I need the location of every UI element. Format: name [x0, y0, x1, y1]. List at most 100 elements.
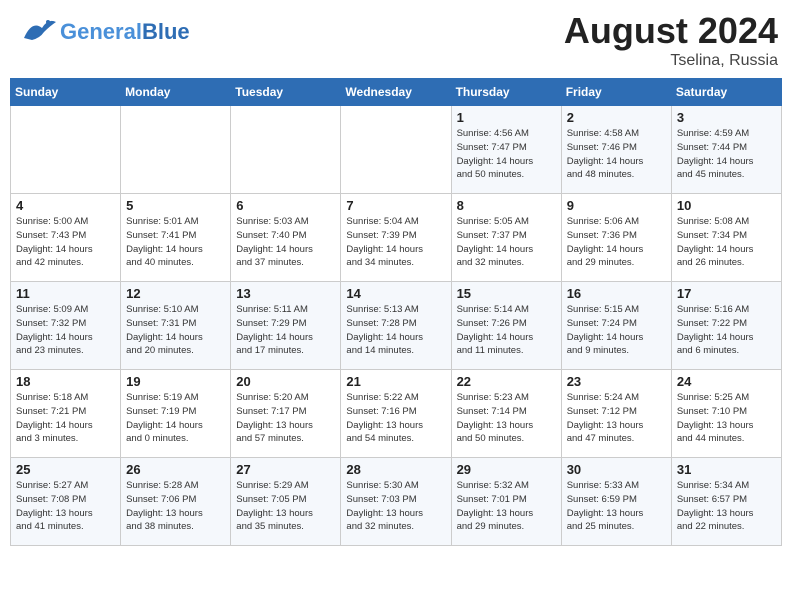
calendar-cell: 18Sunrise: 5:18 AM Sunset: 7:21 PM Dayli…: [11, 370, 121, 458]
calendar-cell: 30 Sunrise: 5:33 AM Sunset: 6:59 PM Dayli…: [561, 458, 671, 546]
day-info: Sunrise: 5:28 AM Sunset: 7:06 PM Dayligh…: [126, 479, 225, 534]
day-info: Sunrise: 5:13 AM Sunset: 7:28 PM Dayligh…: [346, 303, 445, 358]
day-number: 31: [677, 462, 776, 477]
weekday-header-row: SundayMondayTuesdayWednesdayThursdayFrid…: [11, 79, 782, 106]
day-number: 8: [457, 198, 556, 213]
day-info: Sunrise: 5:27 AM Sunset: 7:08 PM Dayligh…: [16, 479, 115, 534]
day-number: 20: [236, 374, 335, 389]
calendar-cell: 13 Sunrise: 5:11 AM Sunset: 7:29 PM Dayli…: [231, 282, 341, 370]
day-info: Sunrise: 5:10 AM Sunset: 7:31 PM Dayligh…: [126, 303, 225, 358]
calendar-cell: 3 Sunrise: 4:59 AM Sunset: 7:44 PM Daylig…: [671, 106, 781, 194]
calendar-cell: 1Sunrise: 4:56 AM Sunset: 7:47 PM Daylig…: [451, 106, 561, 194]
header-monday: Monday: [121, 79, 231, 106]
header-wednesday: Wednesday: [341, 79, 451, 106]
calendar-cell: 8Sunrise: 5:05 AM Sunset: 7:37 PM Daylig…: [451, 194, 561, 282]
day-number: 9: [567, 198, 666, 213]
day-info: Sunrise: 5:08 AM Sunset: 7:34 PM Dayligh…: [677, 215, 776, 270]
day-info: Sunrise: 5:14 AM Sunset: 7:26 PM Dayligh…: [457, 303, 556, 358]
week-row-1: 1Sunrise: 4:56 AM Sunset: 7:47 PM Daylig…: [11, 106, 782, 194]
day-info: Sunrise: 5:01 AM Sunset: 7:41 PM Dayligh…: [126, 215, 225, 270]
calendar-cell: 26Sunrise: 5:28 AM Sunset: 7:06 PM Dayli…: [121, 458, 231, 546]
day-number: 10: [677, 198, 776, 213]
day-number: 12: [126, 286, 225, 301]
day-number: 13: [236, 286, 335, 301]
day-number: 27: [236, 462, 335, 477]
calendar-cell: 16Sunrise: 5:15 AM Sunset: 7:24 PM Dayli…: [561, 282, 671, 370]
day-number: 4: [16, 198, 115, 213]
day-info: Sunrise: 5:24 AM Sunset: 7:12 PM Dayligh…: [567, 391, 666, 446]
day-info: Sunrise: 5:25 AM Sunset: 7:10 PM Dayligh…: [677, 391, 776, 446]
day-number: 11: [16, 286, 115, 301]
logo: GeneralBlue: [14, 10, 190, 54]
calendar-cell: 27 Sunrise: 5:29 AM Sunset: 7:05 PM Dayli…: [231, 458, 341, 546]
day-info: Sunrise: 5:29 AM Sunset: 7:05 PM Dayligh…: [236, 479, 335, 534]
day-number: 2: [567, 110, 666, 125]
day-number: 16: [567, 286, 666, 301]
day-info: Sunrise: 5:03 AM Sunset: 7:40 PM Dayligh…: [236, 215, 335, 270]
calendar-cell: 19 Sunrise: 5:19 AM Sunset: 7:19 PM Dayli…: [121, 370, 231, 458]
calendar-cell: 31Sunrise: 5:34 AM Sunset: 6:57 PM Dayli…: [671, 458, 781, 546]
header-tuesday: Tuesday: [231, 79, 341, 106]
calendar-cell: 4Sunrise: 5:00 AM Sunset: 7:43 PM Daylig…: [11, 194, 121, 282]
day-number: 22: [457, 374, 556, 389]
calendar-cell: 28 Sunrise: 5:30 AM Sunset: 7:03 PM Dayli…: [341, 458, 451, 546]
day-info: Sunrise: 5:19 AM Sunset: 7:19 PM Dayligh…: [126, 391, 225, 446]
location-subtitle: Tselina, Russia: [564, 52, 778, 70]
day-info: Sunrise: 5:23 AM Sunset: 7:14 PM Dayligh…: [457, 391, 556, 446]
day-info: Sunrise: 5:04 AM Sunset: 7:39 PM Dayligh…: [346, 215, 445, 270]
day-info: Sunrise: 5:11 AM Sunset: 7:29 PM Dayligh…: [236, 303, 335, 358]
calendar-cell: 10 Sunrise: 5:08 AM Sunset: 7:34 PM Dayli…: [671, 194, 781, 282]
day-info: Sunrise: 5:20 AM Sunset: 7:17 PM Dayligh…: [236, 391, 335, 446]
title-block: August 2024 Tselina, Russia: [564, 10, 778, 70]
month-year-title: August 2024: [564, 10, 778, 52]
day-info: Sunrise: 5:22 AM Sunset: 7:16 PM Dayligh…: [346, 391, 445, 446]
calendar-cell: [11, 106, 121, 194]
week-row-5: 25 Sunrise: 5:27 AM Sunset: 7:08 PM Dayli…: [11, 458, 782, 546]
day-info: Sunrise: 5:32 AM Sunset: 7:01 PM Dayligh…: [457, 479, 556, 534]
day-number: 28: [346, 462, 445, 477]
week-row-3: 11 Sunrise: 5:09 AM Sunset: 7:32 PM Dayli…: [11, 282, 782, 370]
day-info: Sunrise: 5:06 AM Sunset: 7:36 PM Dayligh…: [567, 215, 666, 270]
day-info: Sunrise: 5:18 AM Sunset: 7:21 PM Dayligh…: [16, 391, 115, 446]
day-number: 15: [457, 286, 556, 301]
calendar-cell: 7 Sunrise: 5:04 AM Sunset: 7:39 PM Daylig…: [341, 194, 451, 282]
day-number: 7: [346, 198, 445, 213]
calendar-cell: 6 Sunrise: 5:03 AM Sunset: 7:40 PM Daylig…: [231, 194, 341, 282]
calendar-cell: [341, 106, 451, 194]
calendar-cell: 14 Sunrise: 5:13 AM Sunset: 7:28 PM Dayli…: [341, 282, 451, 370]
logo-icon: [14, 10, 58, 54]
day-number: 25: [16, 462, 115, 477]
logo-text: GeneralBlue: [60, 20, 190, 44]
day-number: 24: [677, 374, 776, 389]
day-number: 14: [346, 286, 445, 301]
calendar-cell: 9 Sunrise: 5:06 AM Sunset: 7:36 PM Daylig…: [561, 194, 671, 282]
week-row-2: 4Sunrise: 5:00 AM Sunset: 7:43 PM Daylig…: [11, 194, 782, 282]
calendar-cell: 22 Sunrise: 5:23 AM Sunset: 7:14 PM Dayli…: [451, 370, 561, 458]
day-number: 17: [677, 286, 776, 301]
day-info: Sunrise: 5:09 AM Sunset: 7:32 PM Dayligh…: [16, 303, 115, 358]
calendar-cell: 11 Sunrise: 5:09 AM Sunset: 7:32 PM Dayli…: [11, 282, 121, 370]
calendar-cell: 5 Sunrise: 5:01 AM Sunset: 7:41 PM Daylig…: [121, 194, 231, 282]
calendar-cell: [231, 106, 341, 194]
calendar-cell: 17 Sunrise: 5:16 AM Sunset: 7:22 PM Dayli…: [671, 282, 781, 370]
day-info: Sunrise: 5:33 AM Sunset: 6:59 PM Dayligh…: [567, 479, 666, 534]
day-number: 3: [677, 110, 776, 125]
day-number: 6: [236, 198, 335, 213]
day-number: 30: [567, 462, 666, 477]
calendar-cell: 20 Sunrise: 5:20 AM Sunset: 7:17 PM Dayli…: [231, 370, 341, 458]
header-sunday: Sunday: [11, 79, 121, 106]
day-number: 23: [567, 374, 666, 389]
day-number: 19: [126, 374, 225, 389]
day-info: Sunrise: 5:30 AM Sunset: 7:03 PM Dayligh…: [346, 479, 445, 534]
header-thursday: Thursday: [451, 79, 561, 106]
day-info: Sunrise: 4:59 AM Sunset: 7:44 PM Dayligh…: [677, 127, 776, 182]
day-number: 5: [126, 198, 225, 213]
day-info: Sunrise: 5:16 AM Sunset: 7:22 PM Dayligh…: [677, 303, 776, 358]
page-header: GeneralBlue August 2024 Tselina, Russia: [10, 10, 782, 70]
header-saturday: Saturday: [671, 79, 781, 106]
calendar-cell: [121, 106, 231, 194]
header-friday: Friday: [561, 79, 671, 106]
calendar-cell: 25 Sunrise: 5:27 AM Sunset: 7:08 PM Dayli…: [11, 458, 121, 546]
day-number: 29: [457, 462, 556, 477]
calendar-cell: 23 Sunrise: 5:24 AM Sunset: 7:12 PM Dayli…: [561, 370, 671, 458]
